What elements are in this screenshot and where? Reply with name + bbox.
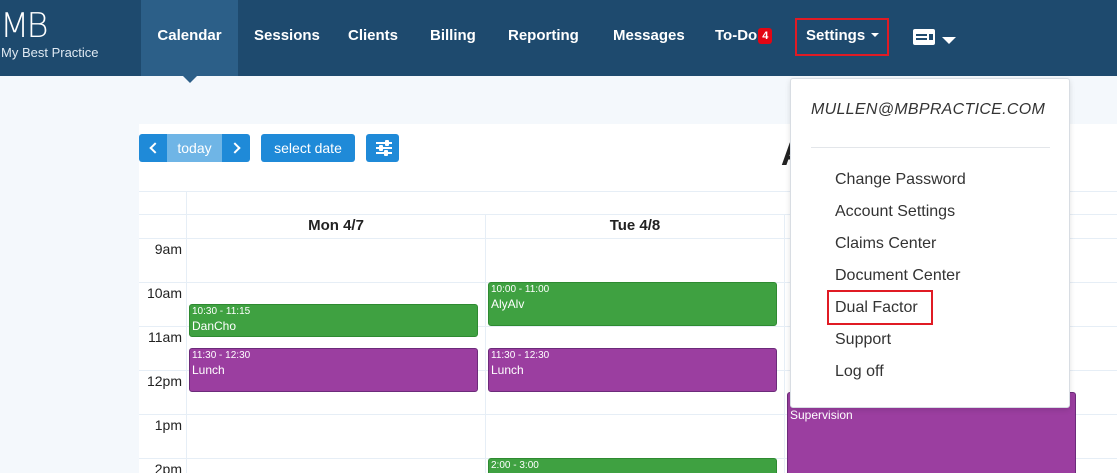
nav-todo-label: To-Do [715,27,758,44]
nav-todo[interactable]: To-Do 4 [715,0,773,76]
user-email: MULLEN@MBPRACTICE.COM [811,101,1046,118]
nav-messages[interactable]: Messages [613,0,685,76]
nav-messages-label: Messages [613,27,685,44]
nav-sessions-label: Sessions [254,27,320,44]
nav-clients-label: Clients [348,27,399,44]
menu-item-log-off[interactable]: Log off [835,363,884,381]
settings-highlight-box [795,18,889,56]
event-title: AlyAlv [491,297,525,311]
event-title: DanCho [192,319,237,333]
event-time: 2:00 - 3:00 [491,460,539,471]
settings-dropdown-menu: MULLEN@MBPRACTICE.COM Change Password Ac… [790,78,1070,408]
time-label: 2pm [154,461,182,473]
logo-text: My Best Practice [1,45,99,60]
calendar-event[interactable]: 11:30 - 12:30 Lunch [488,348,777,392]
day-header-mon: Mon 4/7 [308,217,364,234]
event-title: Lunch [491,363,524,377]
grid-line [784,214,785,473]
nav-clients[interactable]: Clients [348,0,398,76]
nav-calendar[interactable]: Calendar [141,0,238,83]
today-label: today [177,140,212,156]
menu-item-support[interactable]: Support [835,331,891,349]
menu-item-document-center[interactable]: Document Center [835,267,960,285]
nav-reporting[interactable]: Reporting [508,0,579,76]
calendar-event[interactable]: 10:30 - 11:15 DanCho [189,304,478,337]
filter-button[interactable] [366,134,399,162]
menu-item-claims-center[interactable]: Claims Center [835,235,936,253]
time-label: 11am [148,329,182,345]
calendar-event[interactable]: 11:30 - 12:30 Lunch [189,348,478,392]
menu-item-account-settings[interactable]: Account Settings [835,203,955,221]
nav-reporting-label: Reporting [508,27,579,44]
menu-divider [811,147,1050,148]
caret-down-icon[interactable] [942,37,956,44]
time-label: 12pm [146,373,182,389]
logo[interactable]: MB My Best Practice [0,6,140,66]
logo-mark: MB [0,6,49,46]
nav-sessions[interactable]: Sessions [254,0,320,76]
event-title: Lunch [192,363,225,377]
event-time: 10:30 - 11:15 [192,306,251,317]
time-label: 10am [146,285,182,301]
calendar-event[interactable]: 2:00 - 3:00 [488,458,777,473]
grid-line [485,214,486,473]
time-label: 1pm [154,417,182,433]
select-date-button[interactable]: select date [261,134,355,162]
todo-count-badge: 4 [758,28,773,44]
calendar-event[interactable]: 10:00 - 11:00 AlyAlv [488,282,777,326]
prev-button[interactable] [139,134,167,162]
select-date-label: select date [274,140,342,156]
chevron-left-icon [149,142,161,154]
nav-billing-label: Billing [430,27,476,44]
chevron-right-icon [229,142,241,154]
time-label: 9am [154,241,182,257]
today-button[interactable]: today [167,134,222,162]
top-navbar: MB My Best Practice Calendar Sessions Cl… [0,0,1117,83]
event-title: Supervision [790,408,853,422]
nav-billing[interactable]: Billing [430,0,476,76]
nav-calendar-label: Calendar [157,27,222,44]
event-time: 10:00 - 11:00 [491,284,550,295]
event-time: 11:30 - 12:30 [491,350,550,361]
sliders-icon [376,140,392,156]
menu-item-change-password[interactable]: Change Password [835,171,966,189]
next-button[interactable] [222,134,250,162]
active-nav-pointer [181,74,199,83]
dual-factor-highlight-box [827,290,933,325]
event-time: 11:30 - 12:30 [192,350,251,361]
day-header-tue: Tue 4/8 [609,217,661,234]
id-card-icon[interactable] [913,29,935,45]
